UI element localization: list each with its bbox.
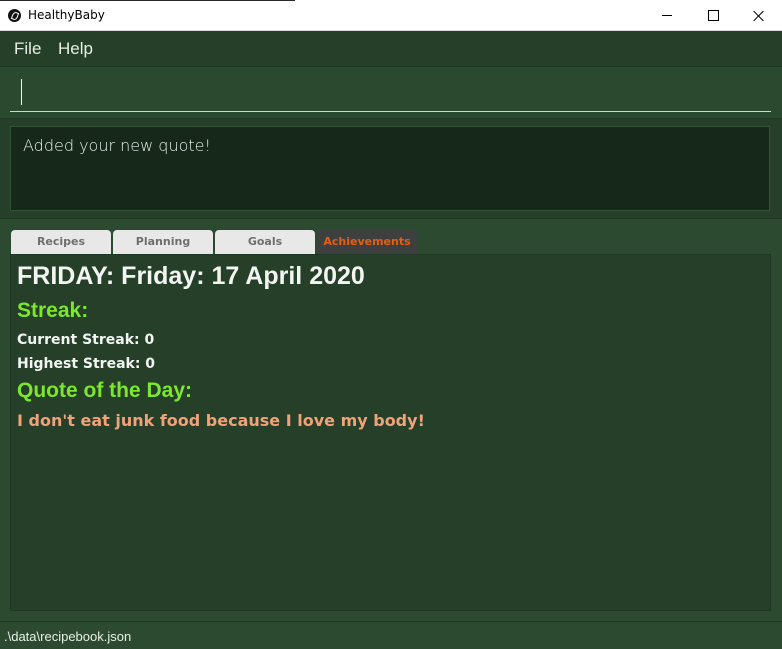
tab-pane: Recipes Planning Goals Achievements FRID… xyxy=(0,218,782,621)
title-bar: HealthyBaby xyxy=(0,0,782,31)
result-display-area: Added your new quote! xyxy=(0,118,782,218)
maximize-icon xyxy=(707,10,719,21)
app-leaf-icon xyxy=(8,9,21,22)
streak-heading: Streak: xyxy=(17,299,89,322)
menu-help[interactable]: Help xyxy=(58,39,93,59)
tab-goals[interactable]: Goals xyxy=(215,230,315,254)
menu-bar: File Help xyxy=(0,31,782,66)
quote-heading: Quote of the Day: xyxy=(17,379,193,402)
achievements-panel: FRIDAY: Friday: 17 April 2020 Streak: Cu… xyxy=(10,254,771,611)
tab-achievements[interactable]: Achievements xyxy=(317,230,417,254)
status-file-path: .\data\recipebook.json xyxy=(4,629,132,644)
tab-recipes[interactable]: Recipes xyxy=(11,230,111,254)
command-box-area xyxy=(0,66,782,118)
close-button[interactable] xyxy=(736,0,782,31)
window-title: HealthyBaby xyxy=(28,8,105,22)
quote-of-the-day: I don't eat junk food because I love my … xyxy=(17,411,425,430)
current-streak: Current Streak: 0 xyxy=(17,332,155,348)
tab-planning[interactable]: Planning xyxy=(113,230,213,254)
command-input[interactable] xyxy=(10,75,771,112)
maximize-button[interactable] xyxy=(690,0,736,31)
result-message: Added your new quote! xyxy=(10,126,770,211)
minimize-icon xyxy=(662,15,672,16)
close-icon xyxy=(753,10,765,22)
status-bar: .\data\recipebook.json xyxy=(0,621,782,649)
date-heading: FRIDAY: Friday: 17 April 2020 xyxy=(17,262,365,290)
highest-streak: Highest Streak: 0 xyxy=(17,356,156,372)
menu-file[interactable]: File xyxy=(14,39,41,59)
title-bar-accent xyxy=(0,0,295,1)
minimize-button[interactable] xyxy=(644,0,690,31)
text-caret xyxy=(21,79,22,105)
